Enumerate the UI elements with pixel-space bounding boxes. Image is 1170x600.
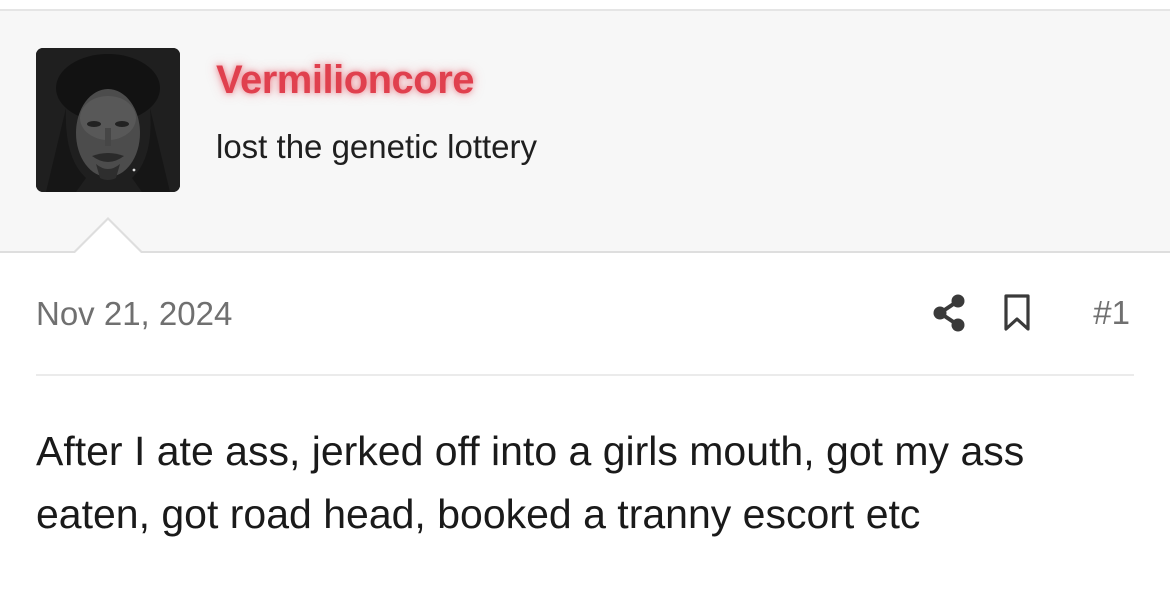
- bookmark-icon[interactable]: [1003, 294, 1031, 332]
- post-date[interactable]: Nov 21, 2024: [36, 295, 232, 333]
- user-title: lost the genetic lottery: [216, 128, 538, 165]
- username[interactable]: Vermilioncore: [216, 58, 475, 103]
- share-icon[interactable]: [932, 294, 966, 332]
- avatar-image: [36, 48, 180, 192]
- post-message: After I ate ass, jerked off into a girls…: [36, 428, 1025, 537]
- avatar[interactable]: [36, 48, 180, 192]
- forum-post: Vermilioncore lost the genetic lottery N…: [0, 0, 1170, 600]
- post-number-link[interactable]: #1: [1093, 294, 1130, 332]
- header-divider: [36, 374, 1134, 376]
